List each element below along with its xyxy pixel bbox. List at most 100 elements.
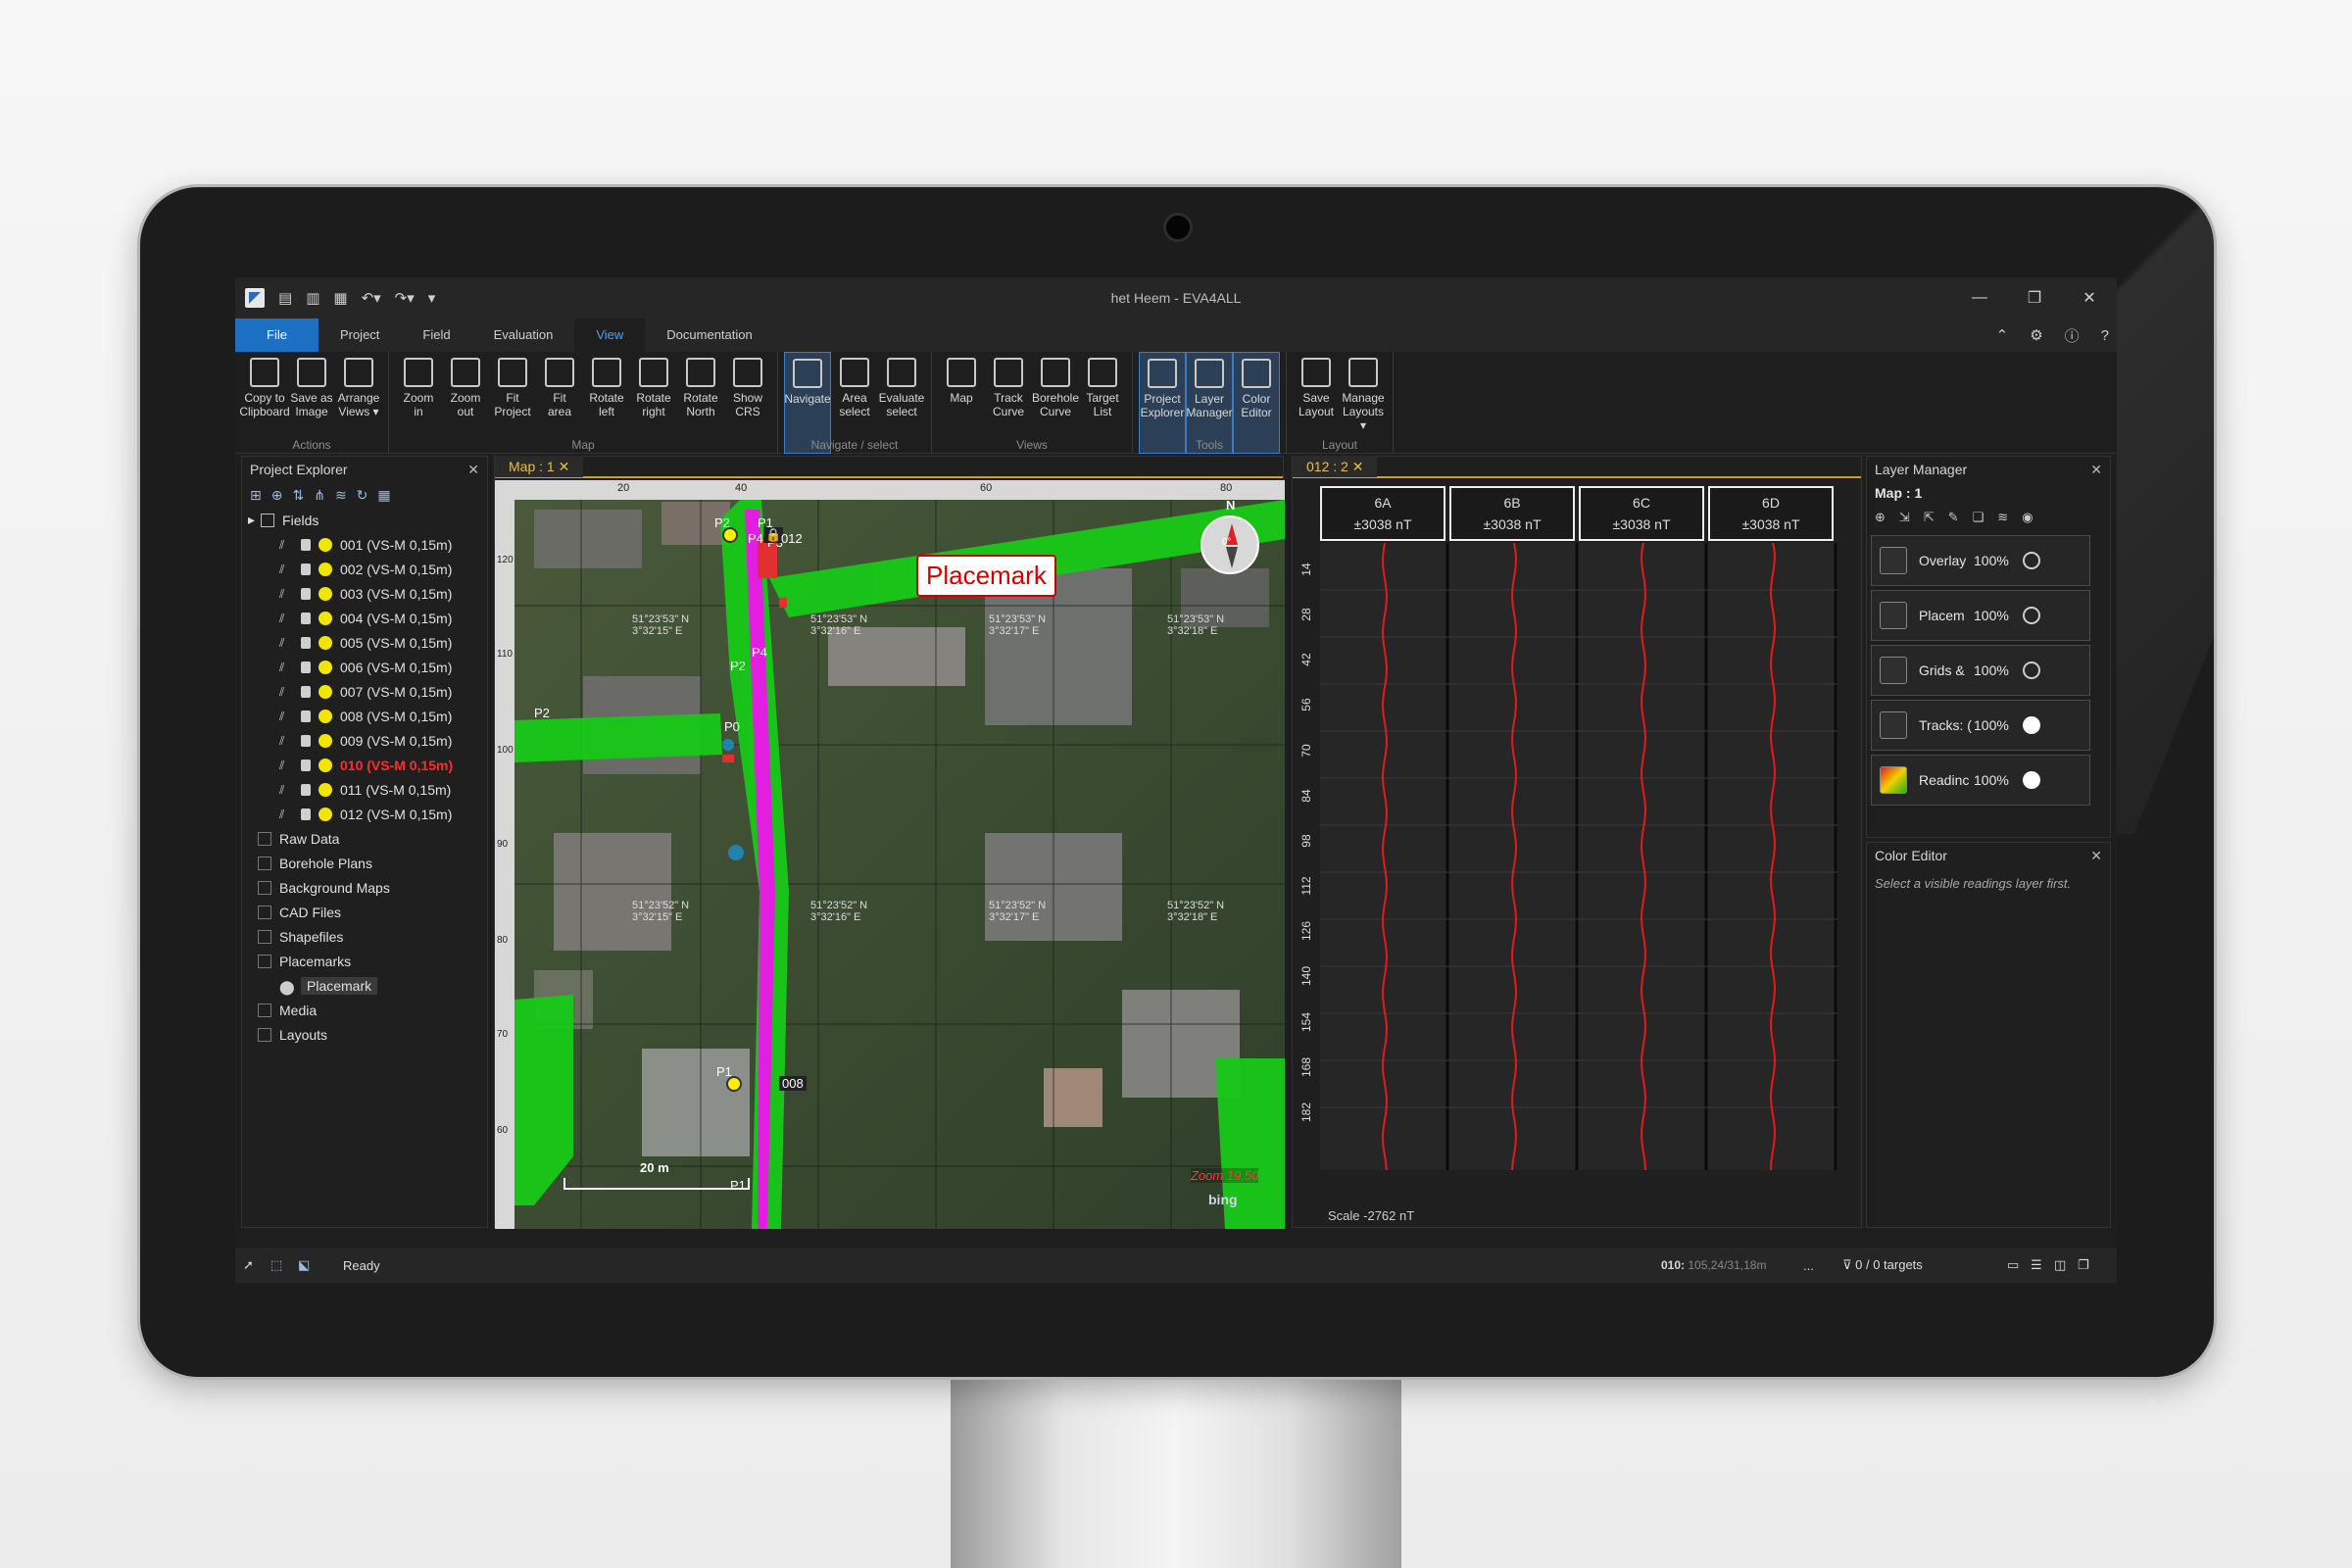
tree-field-item[interactable]: ⫽ 002 (VS-M 0,15m) <box>246 557 487 581</box>
tree-node[interactable]: CAD Files <box>246 900 487 924</box>
tree-node[interactable]: Placemarks <box>246 949 487 973</box>
open-project-icon[interactable]: ▤ <box>278 289 292 307</box>
close-button[interactable]: ✕ <box>2062 277 2117 318</box>
tree-node[interactable]: Media <box>246 998 487 1022</box>
expand-all-icon[interactable]: ⊞ <box>250 487 262 504</box>
ruler-tick-label: 110 <box>497 649 513 660</box>
ribbon-button-label: Track Curve <box>992 391 1024 418</box>
point-marker-icon[interactable] <box>722 527 738 543</box>
tree-placemark-item[interactable]: ⬤ Placemark <box>246 973 487 998</box>
tree-node[interactable]: Raw Data <box>246 826 487 851</box>
layout-single-icon[interactable]: ▭ <box>2007 1257 2019 1273</box>
tab-map-1[interactable]: Map : 1 ✕ <box>495 456 584 477</box>
add-layer-icon[interactable]: ⊕ <box>1875 510 1886 525</box>
customize-qat-icon[interactable]: ▾ <box>428 289 436 307</box>
layer-opacity[interactable]: 100% <box>1974 772 2013 788</box>
layer-opacity[interactable]: 100% <box>1974 553 2013 568</box>
scale-bar: 20 m <box>564 1160 750 1190</box>
layer-settings-icon[interactable] <box>2023 662 2040 679</box>
grid-icon[interactable]: ▦ <box>377 487 390 504</box>
layer-row[interactable]: Placem 100% <box>1871 590 2090 641</box>
tab-documentation[interactable]: Documentation <box>645 318 773 352</box>
minimize-button[interactable]: — <box>1952 277 2007 318</box>
tree-field-item[interactable]: ⫽ 005 (VS-M 0,15m) <box>246 630 487 655</box>
add-field-icon[interactable]: ⊕ <box>271 487 283 504</box>
layout-columns-icon[interactable]: ◫ <box>2054 1257 2066 1273</box>
readings-plot[interactable] <box>1320 542 1838 1171</box>
ribbon-button-label: Save as Image <box>290 391 333 418</box>
restore-button[interactable]: ❐ <box>2007 277 2062 318</box>
tree-field-item[interactable]: ⫽ 011 (VS-M 0,15m) <box>246 777 487 802</box>
tree-field-item[interactable]: ⫽ 008 (VS-M 0,15m) <box>246 704 487 728</box>
export-layer-icon[interactable]: ⇱ <box>1924 510 1935 525</box>
import-layer-icon[interactable]: ⇲ <box>1899 510 1910 525</box>
layer-row[interactable]: Overlay 100% <box>1871 535 2090 586</box>
point-marker-icon[interactable] <box>726 1076 742 1092</box>
layer-opacity[interactable]: 100% <box>1974 608 2013 623</box>
visible-check-icon[interactable] <box>2023 771 2040 789</box>
tab-field[interactable]: Field <box>401 318 471 352</box>
tree-field-item[interactable]: ⫽ 007 (VS-M 0,15m) <box>246 679 487 704</box>
tree-node[interactable]: Shapefiles <box>246 924 487 949</box>
field-status-dot <box>318 635 332 650</box>
tree-field-item[interactable]: ⫽ 004 (VS-M 0,15m) <box>246 606 487 630</box>
tab-project[interactable]: Project <box>318 318 401 352</box>
redo-icon[interactable]: ↷▾ <box>395 289 415 307</box>
collapse-arrow-icon[interactable]: ▸ <box>248 512 255 528</box>
tree-node[interactable]: Layouts <box>246 1022 487 1047</box>
tree-node[interactable]: Background Maps <box>246 875 487 900</box>
save-project-icon[interactable]: ▥ <box>306 289 319 307</box>
layer-row[interactable]: Grids & 100% <box>1871 645 2090 696</box>
layer-settings-icon[interactable] <box>2023 552 2040 569</box>
copy-layer-icon[interactable]: ❏ <box>1973 510 1984 525</box>
refresh-icon[interactable]: ↻ <box>357 487 368 504</box>
tree-node[interactable]: Borehole Plans <box>246 851 487 875</box>
tab-evaluation[interactable]: Evaluation <box>472 318 575 352</box>
tab-file[interactable]: File <box>235 318 318 352</box>
help-icon[interactable]: ? <box>2101 327 2109 344</box>
settings-gear-icon[interactable]: ⚙ <box>2030 326 2042 344</box>
tree-field-item[interactable]: ⫽ 003 (VS-M 0,15m) <box>246 581 487 606</box>
collapse-ribbon-icon[interactable]: ⌃ <box>1996 326 2009 344</box>
undo-icon[interactable]: ↶▾ <box>362 289 381 307</box>
ruler-tick-label: 120 <box>497 555 514 565</box>
close-icon[interactable]: ✕ <box>467 457 479 482</box>
visible-check-icon[interactable] <box>2023 716 2040 734</box>
tree-node-fields[interactable]: ▸ Fields <box>246 508 487 532</box>
edit-layer-icon[interactable]: ✎ <box>1948 510 1959 525</box>
pointer-tool-icon[interactable]: ➚ <box>243 1257 254 1273</box>
filter-icon[interactable]: ⋔ <box>314 487 325 504</box>
ribbon-button-icon <box>887 358 916 387</box>
ribbon-group: Zoom in Zoom out Fit Project Fit area Rotate… <box>389 352 778 454</box>
save-as-icon[interactable]: ▦ <box>333 289 347 307</box>
depth-tick-label: 84 <box>1299 789 1313 803</box>
tab-readings-012[interactable]: 012 : 2 ✕ <box>1293 456 1378 477</box>
layer-opacity[interactable]: 100% <box>1974 662 2013 678</box>
tab-view[interactable]: View <box>574 318 646 352</box>
info-icon[interactable]: ⓘ <box>2065 325 2080 346</box>
tree-field-item[interactable]: ⫽ 001 (VS-M 0,15m) <box>246 532 487 557</box>
layout-float-icon[interactable]: ❐ <box>2078 1257 2089 1273</box>
close-icon[interactable]: ✕ <box>2090 457 2102 482</box>
tree-field-item[interactable]: ⫽ 010 (VS-M 0,15m) <box>246 753 487 777</box>
visibility-icon[interactable]: ◉ <box>2022 510 2033 525</box>
layer-settings-icon[interactable] <box>2023 607 2040 624</box>
tree-field-item[interactable]: ⫽ 012 (VS-M 0,15m) <box>246 802 487 826</box>
placemark-icon <box>1880 602 1907 629</box>
layout-rows-icon[interactable]: ☰ <box>2031 1257 2042 1273</box>
close-icon[interactable]: ✕ <box>2090 843 2102 868</box>
sort-icon[interactable]: ⇅ <box>292 487 304 504</box>
layer-opacity[interactable]: 100% <box>1974 717 2013 733</box>
placemark-tooltip[interactable]: Placemark <box>916 555 1056 597</box>
layer-row[interactable]: Tracks: (100% <box>1871 700 2090 751</box>
tree-field-item[interactable]: ⫽ 009 (VS-M 0,15m) <box>246 728 487 753</box>
evaluate-tool-icon[interactable]: ⬕ <box>298 1257 310 1273</box>
tree-field-item[interactable]: ⫽ 006 (VS-M 0,15m) <box>246 655 487 679</box>
map-canvas[interactable]: 20 40 60 80 120 110 100 90 80 70 60 51°2… <box>495 480 1285 1229</box>
color-editor-message: Select a visible readings layer first. <box>1875 876 2072 891</box>
area-tool-icon[interactable]: ⬚ <box>270 1257 282 1273</box>
tracks-icon[interactable]: ≋ <box>335 487 347 504</box>
tracks-layer-icon[interactable]: ≋ <box>1997 510 2008 525</box>
compass-icon[interactable]: N 0° <box>1200 498 1259 574</box>
layer-row[interactable]: Readinc 100% <box>1871 755 2090 806</box>
